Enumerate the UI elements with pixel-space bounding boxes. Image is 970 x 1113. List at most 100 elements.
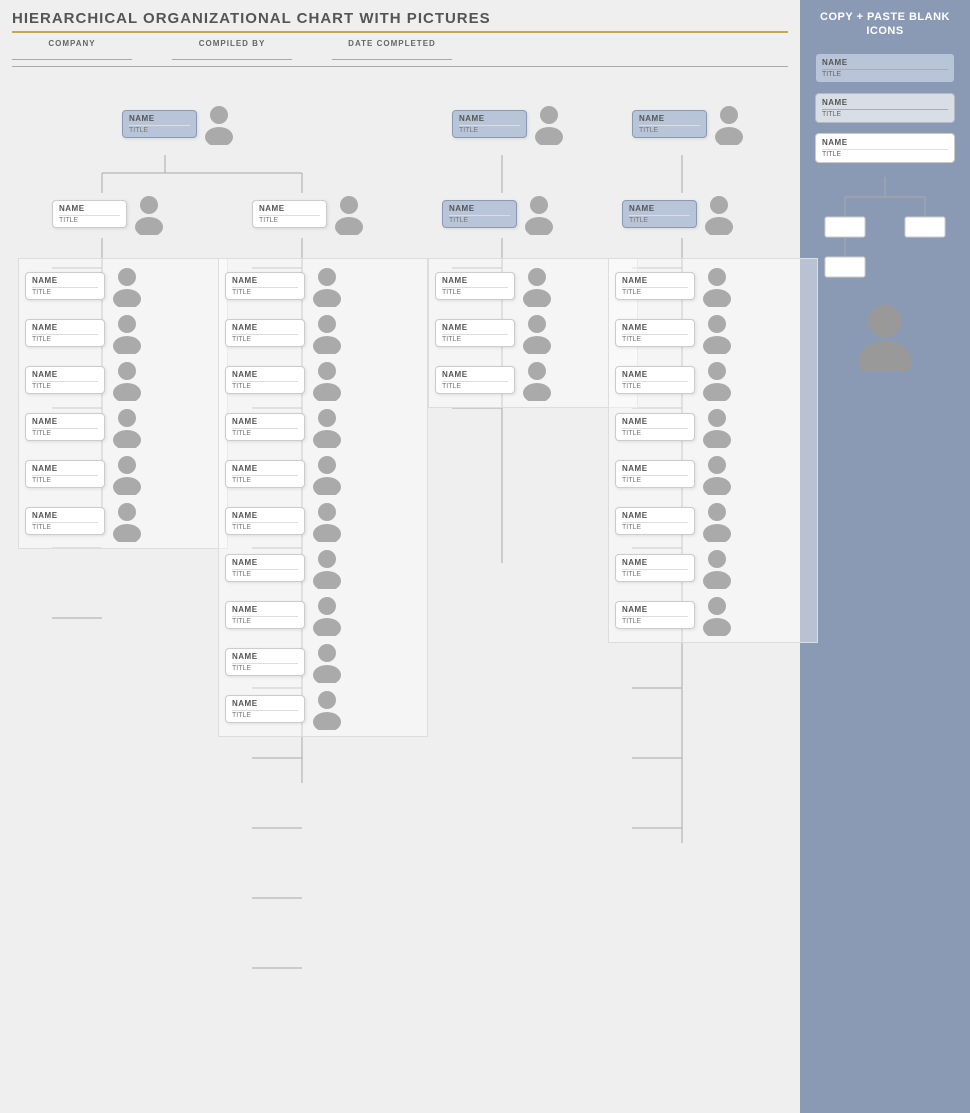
col1-root-avatar [201,103,237,145]
col1a-leaf6: NAME TITLE [25,500,221,542]
compiled-by-value[interactable] [172,48,292,60]
col1a-sub-name: NAME [59,204,120,213]
col3-root-node: NAME TITLE [452,103,567,145]
panel-item1-title: TITLE [822,69,948,78]
col1a-leaf3-avatar [109,359,145,401]
col4-leaf6: NAME TITLE [615,500,811,542]
col1a-leaf1-box[interactable]: NAME TITLE [25,272,105,300]
col4-leaf8: NAME TITLE [615,594,811,636]
page-title: HIERARCHICAL ORGANIZATIONAL CHART WITH P… [12,10,788,33]
col1a-leaf1: NAME TITLE [25,265,221,307]
panel-item3-name: NAME [822,138,948,147]
panel-title: COPY + PASTE BLANK ICONS [808,10,962,39]
col1b-leaf5: NAME TITLE [225,453,421,495]
col3-root-name: NAME [459,114,520,123]
col4-sub-avatar [701,193,737,235]
col1a-leaf3: NAME TITLE [25,359,221,401]
date-field: DATE COMPLETED [332,39,452,60]
compiled-by-label: COMPILED BY [199,39,266,48]
col1a-leaf5-avatar [109,453,145,495]
col1a-leaf1-avatar [109,265,145,307]
col4-leaf2: NAME TITLE [615,312,811,354]
col1b-leaf-container: NAME TITLE NAME TITLE [218,258,428,737]
main-content: HIERARCHICAL ORGANIZATIONAL CHART WITH P… [0,0,800,1113]
col1b-leaf2: NAME TITLE [225,312,421,354]
col1b-leaf10: NAME TITLE [225,688,421,730]
col4-leaf5: NAME TITLE [615,453,811,495]
col3-leaf3: NAME TITLE [435,359,631,401]
panel-person-container [855,301,915,376]
col1b-leaf1-box[interactable]: NAME TITLE [225,272,305,300]
col1a-leaf4-box[interactable]: NAME TITLE [25,413,105,441]
col4-leaf4: NAME TITLE [615,406,811,448]
col4-root-avatar [711,103,747,145]
col1b-leaf1: NAME TITLE [225,265,421,307]
col3-leaf1: NAME TITLE [435,265,631,307]
col1b-sub-avatar [331,193,367,235]
col4-sub-node: NAME TITLE [622,193,737,235]
col3-sub-box[interactable]: NAME TITLE [442,200,517,228]
col1a-leaf5-box[interactable]: NAME TITLE [25,460,105,488]
right-panel: COPY + PASTE BLANK ICONS NAME TITLE NAME… [800,0,970,1113]
col4-root-node: NAME TITLE [632,103,747,145]
panel-item-1: NAME TITLE [815,53,955,83]
page: HIERARCHICAL ORGANIZATIONAL CHART WITH P… [0,0,970,1113]
col3-root-title: TITLE [459,125,520,134]
panel-item-2: NAME TITLE [815,93,955,123]
panel-item3-title: TITLE [822,149,948,158]
col1b-sub-title: TITLE [259,215,320,224]
col1a-sub-avatar [131,193,167,235]
col4-root-box[interactable]: NAME TITLE [632,110,707,138]
col4-leaf-container: NAME TITLE NAME TITLE [608,258,818,643]
col3-sub-name: NAME [449,204,510,213]
col1b-leaf9: NAME TITLE [225,641,421,683]
col1a-leaf2-box[interactable]: NAME TITLE [25,319,105,347]
col1a-leaf4-avatar [109,406,145,448]
col3-leaf2: NAME TITLE [435,312,631,354]
col1a-leaf3-box[interactable]: NAME TITLE [25,366,105,394]
col1b-leaf1-avatar [309,265,345,307]
col3-sub-title: TITLE [449,215,510,224]
panel-item2-title: TITLE [822,109,948,118]
date-value[interactable] [332,48,452,60]
col4-leaf7: NAME TITLE [615,547,811,589]
blank-connector-svg [815,177,955,287]
col1a-leaf4: NAME TITLE [25,406,221,448]
col4-sub-title: TITLE [629,215,690,224]
col1b-leaf7: NAME TITLE [225,547,421,589]
col1a-leaf2-avatar [109,312,145,354]
col1a-sub-title: TITLE [59,215,120,224]
col1-root-box[interactable]: NAME TITLE [122,110,197,138]
header-fields: COMPANY COMPILED BY DATE COMPLETED [12,39,788,67]
col1b-leaf6: NAME TITLE [225,500,421,542]
col1a-leaf6-avatar [109,500,145,542]
col1-root-name: NAME [129,114,190,123]
col1b-leaf3: NAME TITLE [225,359,421,401]
col3-leaf-container: NAME TITLE NAME TITLE [428,258,638,408]
col3-sub-avatar [521,193,557,235]
col3-root-box[interactable]: NAME TITLE [452,110,527,138]
col3-sub-node: NAME TITLE [442,193,557,235]
col4-sub-name: NAME [629,204,690,213]
col4-sub-box[interactable]: NAME TITLE [622,200,697,228]
col1b-leaf4: NAME TITLE [225,406,421,448]
col1b-sub-box[interactable]: NAME TITLE [252,200,327,228]
chart-layout: NAME TITLE NAME TITLE [12,83,782,1103]
col1a-sub-box[interactable]: NAME TITLE [52,200,127,228]
col1a-leaf2: NAME TITLE [25,312,221,354]
date-label: DATE COMPLETED [348,39,436,48]
panel-item1-name: NAME [822,58,948,67]
panel-item-3: NAME TITLE [815,133,955,163]
company-value[interactable] [12,48,132,60]
company-field: COMPANY [12,39,132,60]
col1-root-node: NAME TITLE [122,103,237,145]
col4-leaf1: NAME TITLE [615,265,811,307]
blank-connectors [815,177,955,287]
company-label: COMPANY [48,39,95,48]
col1b-sub-node: NAME TITLE [252,193,367,235]
col1a-sub-node: NAME TITLE [52,193,167,235]
col4-root-title: TITLE [639,125,700,134]
col4-leaf3: NAME TITLE [615,359,811,401]
col3-root-avatar [531,103,567,145]
col1a-leaf6-box[interactable]: NAME TITLE [25,507,105,535]
